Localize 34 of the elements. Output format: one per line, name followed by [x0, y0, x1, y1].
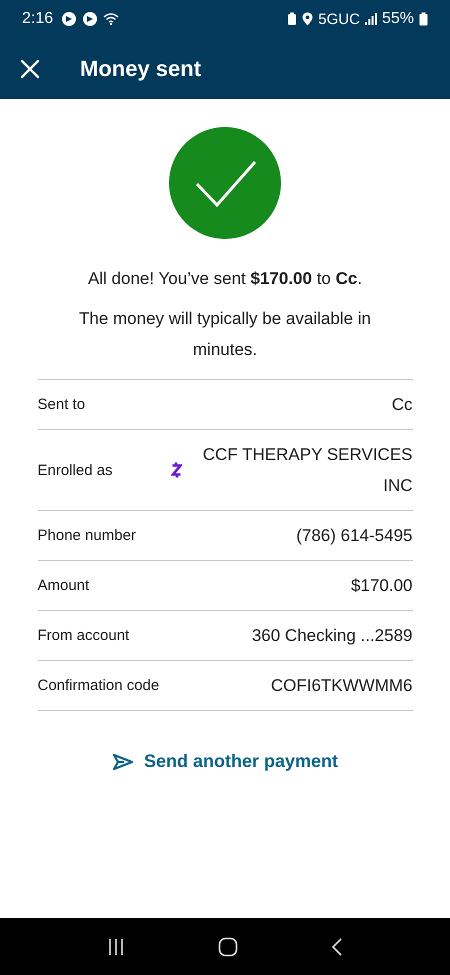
success-check-icon: [169, 127, 281, 239]
detail-value: CCF THERAPY SERVICES INC: [202, 444, 412, 497]
detail-label: From account: [38, 627, 130, 644]
send-icon: [112, 752, 134, 770]
detail-value: (786) 614-5495: [296, 525, 412, 547]
close-icon: [20, 58, 40, 78]
screen-title: Money sent: [80, 56, 202, 82]
location-icon: [302, 12, 314, 26]
battery-icon: [419, 12, 428, 26]
close-button[interactable]: [20, 58, 40, 78]
detail-label: Confirmation code: [38, 677, 160, 694]
send-another-payment-link[interactable]: Send another payment: [108, 747, 342, 776]
app-notification-icon: [61, 11, 78, 27]
battery-level: 55%: [382, 10, 414, 28]
detail-value: COFI6TKWWMM6: [270, 675, 412, 697]
signal-icon: [364, 13, 377, 25]
detail-label: Phone number: [38, 527, 137, 544]
detail-label: Sent to: [38, 396, 86, 413]
home-icon[interactable]: [218, 936, 238, 956]
availability-note: The money will typically be available in minutes.: [78, 308, 372, 361]
detail-value: 360 Checking ...2589: [252, 625, 412, 647]
detail-label: Enrolled as: [38, 462, 114, 478]
recent-apps-icon[interactable]: [106, 938, 125, 956]
status-time: 2:16: [22, 10, 54, 28]
detail-label: Amount: [38, 577, 90, 594]
confirmation-message: All done! You’ve sent $170.00 to Cc.: [88, 269, 362, 289]
wifi-icon: [103, 12, 120, 26]
network-type: 5GUC: [318, 10, 360, 28]
app-notification-icon: [82, 11, 98, 27]
battery-saver-icon: [287, 12, 298, 26]
detail-value: $170.00: [351, 575, 412, 597]
back-icon[interactable]: [331, 938, 344, 956]
detail-value: Cc: [392, 394, 412, 416]
zelle-icon: [170, 462, 182, 478]
